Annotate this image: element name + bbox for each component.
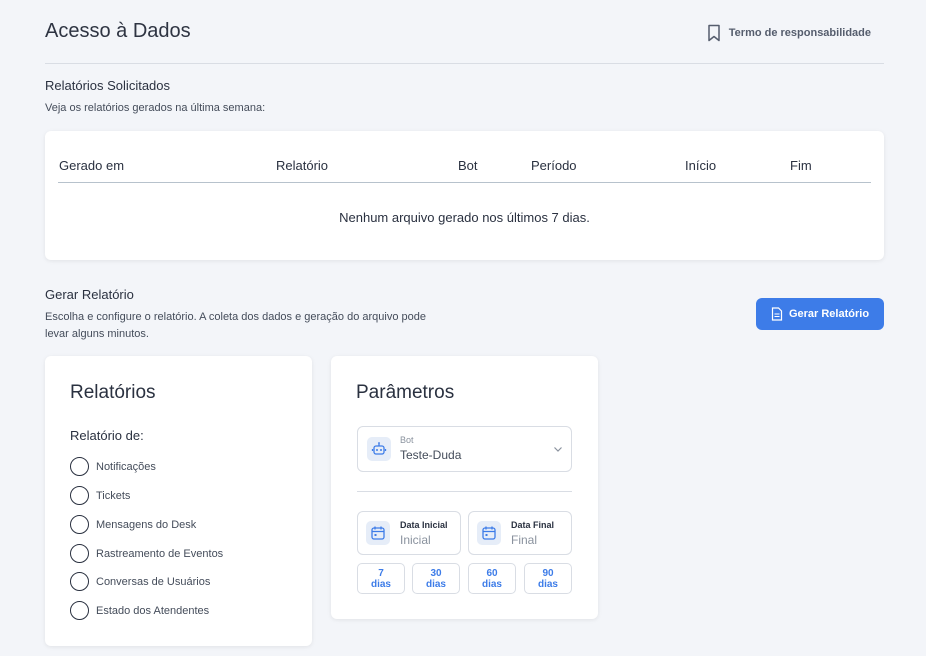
generate-report-button[interactable]: Gerar Relatório (756, 298, 884, 330)
column-header-generated-at: Gerado em (59, 158, 125, 173)
preset-90-days-button[interactable]: 90 dias (524, 563, 572, 594)
terms-of-responsibility-link[interactable]: Termo de responsabilidade (707, 24, 871, 42)
radio-button[interactable] (70, 486, 89, 505)
start-date-picker[interactable]: Data Inicial Inicial (357, 511, 461, 555)
radio-button[interactable] (70, 601, 89, 620)
column-header-start: Início (685, 158, 717, 173)
generate-report-subtitle-line1: Escolha e configure o relatório. A colet… (45, 311, 426, 323)
preset-number: 60 (486, 568, 498, 579)
table-header-divider (58, 182, 871, 183)
chevron-down-icon (554, 447, 562, 452)
radio-label: Estado dos Atendentes (96, 604, 210, 617)
reports-card-heading: Relatórios (70, 382, 156, 403)
calendar-icon (366, 521, 390, 545)
bot-select[interactable]: Bot Teste-Duda (357, 426, 572, 472)
report-of-label: Relatório de: (70, 428, 144, 443)
header-divider (45, 63, 884, 64)
end-date-picker[interactable]: Data Final Final (468, 511, 572, 555)
bot-select-value: Teste-Duda (400, 448, 462, 462)
calendar-icon (477, 521, 501, 545)
column-header-bot: Bot (458, 158, 478, 173)
preset-7-days-button[interactable]: 7 dias (357, 563, 405, 594)
radio-option-attendant-status[interactable]: Estado dos Atendentes (70, 601, 209, 620)
radio-button[interactable] (70, 515, 89, 534)
preset-number: 30 (430, 568, 442, 579)
end-date-placeholder: Final (511, 533, 538, 547)
radio-label: Conversas de Usuários (96, 575, 211, 588)
start-date-placeholder: Inicial (400, 533, 431, 547)
preset-30-days-button[interactable]: 30 dias (412, 563, 460, 594)
preset-unit: dias (425, 579, 446, 590)
radio-label: Mensagens do Desk (96, 518, 197, 531)
generate-report-subtitle-line2: levar alguns minutos. (45, 328, 149, 340)
radio-label: Tickets (96, 489, 131, 502)
radio-label: Notificações (96, 460, 156, 473)
preset-unit: dias (370, 579, 391, 590)
radio-option-user-conversations[interactable]: Conversas de Usuários (70, 572, 210, 591)
robot-icon (367, 437, 391, 461)
bookmark-icon (708, 24, 720, 42)
reports-table: Gerado em Relatório Bot Período Início F… (45, 131, 884, 260)
parameters-divider (357, 491, 572, 492)
generate-report-title: Gerar Relatório (45, 287, 134, 302)
document-icon (771, 307, 783, 321)
radio-option-notifications[interactable]: Notificações (70, 457, 156, 476)
reports-type-card: Relatórios Relatório de: Notificações Ti… (45, 356, 312, 646)
terms-link-label: Termo de responsabilidade (728, 27, 871, 39)
parameters-card: Parâmetros Bot Teste-Duda Data Inicial I… (331, 356, 598, 619)
column-header-period: Período (531, 158, 577, 173)
reports-requested-title: Relatórios Solicitados (45, 78, 171, 93)
preset-60-days-button[interactable]: 60 dias (468, 563, 516, 594)
preset-number: 7 (378, 568, 384, 579)
preset-unit: dias (537, 579, 558, 590)
end-date-caption: Data Final (511, 520, 555, 530)
page-title: Acesso à Dados (45, 20, 191, 42)
empty-table-message: Nenhum arquivo gerado nos últimos 7 dias… (339, 210, 590, 225)
radio-button[interactable] (70, 457, 89, 476)
preset-number: 90 (542, 568, 554, 579)
reports-requested-subtitle: Veja os relatórios gerados na última sem… (45, 102, 266, 114)
radio-option-desk-messages[interactable]: Mensagens do Desk (70, 515, 196, 534)
column-header-end: Fim (790, 158, 812, 173)
radio-option-tickets[interactable]: Tickets (70, 486, 130, 505)
start-date-caption: Data Inicial (400, 520, 448, 530)
parameters-card-heading: Parâmetros (356, 382, 455, 403)
radio-button[interactable] (70, 544, 89, 563)
preset-unit: dias (481, 579, 502, 590)
column-header-report: Relatório (276, 158, 329, 173)
radio-label: Rastreamento de Eventos (96, 547, 224, 560)
bot-select-caption: Bot (400, 435, 414, 445)
radio-option-event-tracking[interactable]: Rastreamento de Eventos (70, 544, 223, 563)
generate-report-button-label: Gerar Relatório (788, 308, 870, 320)
radio-button[interactable] (70, 572, 89, 591)
